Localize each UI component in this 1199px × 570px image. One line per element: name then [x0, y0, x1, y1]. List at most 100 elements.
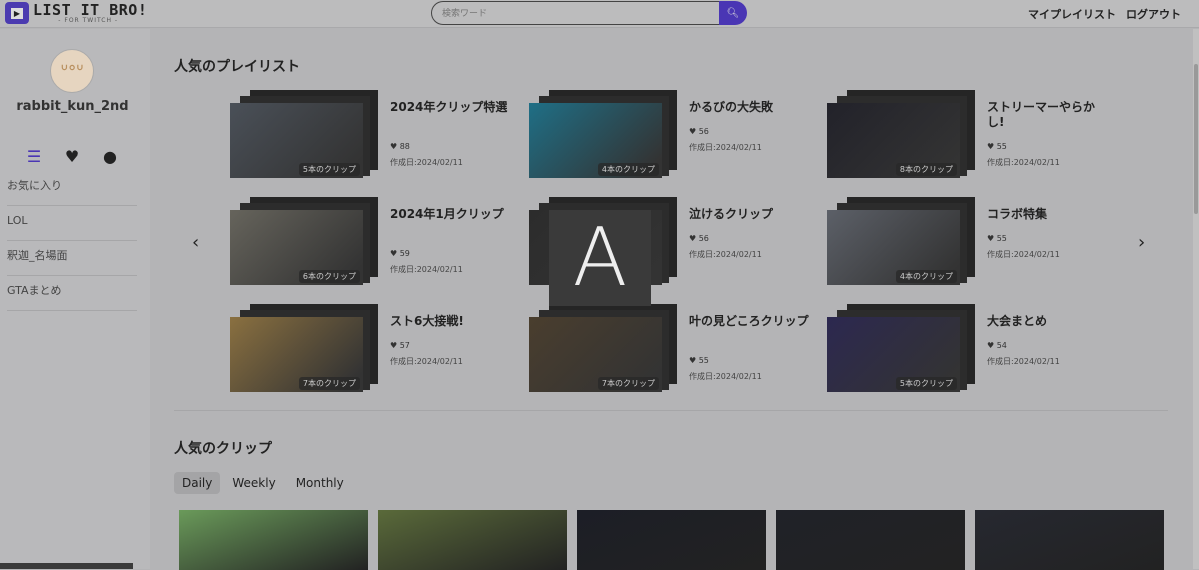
clip-thumbnail[interactable]	[378, 510, 567, 570]
likes: ♥ 57	[390, 341, 410, 350]
clip-count: 4本のクリップ	[895, 270, 957, 283]
created-date: 作成日:2024/02/11	[987, 250, 1060, 259]
playlist-title[interactable]: 叶の見どころクリップ	[689, 314, 809, 329]
clip-count: 6本のクリップ	[298, 270, 360, 283]
status-bar	[0, 563, 133, 569]
scrollbar-thumb[interactable]	[1194, 64, 1198, 214]
like-count: 55	[698, 356, 709, 365]
user-circle-icon[interactable]: ●	[102, 147, 118, 166]
clip-count: 5本のクリップ	[298, 163, 360, 176]
scrollbar[interactable]	[1193, 29, 1199, 569]
clip-thumbnail[interactable]	[975, 510, 1164, 570]
like-count: 54	[996, 341, 1007, 350]
playlist-thumbnail[interactable]: 5本のクリップ	[230, 103, 363, 178]
logo[interactable]: ▶ LIST IT BRO! - FOR TWITCH -	[5, 2, 147, 24]
likes: ♥ 55	[987, 234, 1007, 243]
like-count: 55	[996, 234, 1007, 243]
created-date: 作成日:2024/02/11	[390, 158, 463, 167]
created-date: 作成日:2024/02/11	[689, 250, 762, 259]
playlist-thumbnail[interactable]: 8本のクリップ	[827, 103, 960, 178]
clip-thumbnail[interactable]	[577, 510, 766, 570]
playlist-card[interactable]: 5本のクリップ 大会まとめ ♥ 54 作成日:2024/02/11	[827, 304, 1117, 399]
clip-count: 7本のクリップ	[298, 377, 360, 390]
my-playlist-link[interactable]: マイプレイリスト	[1028, 6, 1116, 22]
playlist-title[interactable]: コラボ特集	[987, 207, 1107, 222]
heart-icon: ♥	[390, 341, 398, 350]
playlist-title[interactable]: 大会まとめ	[987, 314, 1107, 329]
playlist-thumbnail[interactable]: 7本のクリップ	[230, 317, 363, 392]
sidebar-list: お気に入り LOL 釈迦_名場面 GTAまとめ	[7, 171, 137, 311]
search-input[interactable]	[431, 1, 719, 25]
sidebar-item[interactable]: お気に入り	[7, 171, 137, 206]
list-icon[interactable]: ☰	[26, 147, 42, 166]
playlist-card[interactable]: 7本のクリップ 叶の見どころクリップ ♥ 55 作成日:2024/02/11	[529, 304, 819, 399]
section-divider	[174, 410, 1168, 411]
tab-weekly[interactable]: Weekly	[224, 472, 283, 494]
popular-playlists-title: 人気のプレイリスト	[174, 59, 300, 75]
playlist-thumbnail[interactable]: 6本のクリップ	[230, 210, 363, 285]
playlist-thumbnail[interactable]: 5本のクリップ	[827, 317, 960, 392]
playlist-title[interactable]: 2024年クリップ特選	[390, 100, 510, 115]
playlist-thumbnail[interactable]: 7本のクリップ	[529, 317, 662, 392]
like-count: 57	[399, 341, 410, 350]
clip-thumbnail[interactable]	[179, 510, 368, 570]
tab-daily[interactable]: Daily	[174, 472, 221, 494]
likes: ♥ 54	[987, 341, 1007, 350]
like-count: 56	[698, 127, 709, 136]
main-content: 人気のプレイリスト ‹ › 5本のクリップ 2024年クリップ特選 ♥ 88 作…	[150, 29, 1193, 570]
playlist-title[interactable]: かるびの大失敗	[689, 100, 809, 115]
created-date: 作成日:2024/02/11	[689, 372, 762, 381]
clip-thumbnail[interactable]	[776, 510, 965, 570]
heart-icon: ♥	[390, 249, 398, 258]
popular-clips-title: 人気のクリップ	[174, 441, 272, 457]
likes: ♥ 59	[390, 249, 410, 258]
playlist-thumbnail[interactable]: 4本のクリップ	[529, 103, 662, 178]
playlist-title[interactable]: ストリーマーやらかし!	[987, 100, 1107, 130]
carousel-prev-button[interactable]: ‹	[192, 232, 199, 253]
playlist-thumbnail[interactable]: 4本のクリップ	[827, 210, 960, 285]
heart-icon: ♥	[987, 234, 995, 243]
search-button[interactable]: 🔍︎	[719, 1, 747, 25]
like-count: 56	[698, 234, 709, 243]
playlist-title[interactable]: 2024年1月クリップ	[390, 207, 510, 222]
tab-monthly[interactable]: Monthly	[288, 472, 352, 494]
likes: ♥ 55	[689, 356, 709, 365]
clip-count: 4本のクリップ	[597, 163, 659, 176]
playlist-card[interactable]: 4本のクリップ コラボ特集 ♥ 55 作成日:2024/02/11	[827, 197, 1117, 292]
clip-count: 7本のクリップ	[597, 377, 659, 390]
search-icon: 🔍︎	[726, 7, 740, 19]
likes: ♥ 55	[987, 142, 1007, 151]
logo-icon: ▶	[5, 2, 29, 24]
likes: ♥ 56	[689, 234, 709, 243]
sidebar: ᐡᐤᐡ rabbit_kun_2nd ☰ ♥ ● お気に入り LOL 釈迦_名場…	[0, 29, 150, 569]
logout-link[interactable]: ログアウト	[1126, 6, 1181, 22]
playlist-card[interactable]: 6本のクリップ 2024年1月クリップ ♥ 59 作成日:2024/02/11	[230, 197, 520, 292]
created-date: 作成日:2024/02/11	[390, 265, 463, 274]
playlist-card[interactable]: 8本のクリップ ストリーマーやらかし! ♥ 55 作成日:2024/02/11	[827, 90, 1117, 185]
heart-icon[interactable]: ♥	[64, 147, 80, 166]
sidebar-item[interactable]: GTAまとめ	[7, 276, 137, 311]
search-bar: 🔍︎	[431, 1, 747, 25]
playlist-card[interactable]: 4本のクリップ かるびの大失敗 ♥ 56 作成日:2024/02/11	[529, 90, 819, 185]
like-count: 88	[399, 142, 410, 151]
created-date: 作成日:2024/02/11	[390, 357, 463, 366]
overlay-letter: A	[549, 210, 651, 306]
sidebar-item[interactable]: LOL	[7, 206, 137, 241]
playlist-card[interactable]: 5本のクリップ 2024年クリップ特選 ♥ 88 作成日:2024/02/11	[230, 90, 520, 185]
like-count: 55	[996, 142, 1007, 151]
playlist-title[interactable]: 泣けるクリップ	[689, 207, 809, 222]
created-date: 作成日:2024/02/11	[987, 158, 1060, 167]
likes: ♥ 56	[689, 127, 709, 136]
playlist-card[interactable]: 7本のクリップ スト6大接戦! ♥ 57 作成日:2024/02/11	[230, 304, 520, 399]
sidebar-item[interactable]: 釈迦_名場面	[7, 241, 137, 276]
likes: ♥ 88	[390, 142, 410, 151]
heart-icon: ♥	[689, 234, 697, 243]
clip-count: 8本のクリップ	[895, 163, 957, 176]
playlist-title[interactable]: スト6大接戦!	[390, 314, 510, 329]
clip-period-tabs: Daily Weekly Monthly	[174, 472, 352, 494]
sidebar-tabs: ☰ ♥ ●	[26, 147, 118, 166]
carousel-next-button[interactable]: ›	[1138, 232, 1145, 253]
header: ▶ LIST IT BRO! - FOR TWITCH - 🔍︎ マイプレイリス…	[0, 0, 1199, 28]
header-nav: マイプレイリスト ログアウト	[1028, 6, 1181, 22]
created-date: 作成日:2024/02/11	[689, 143, 762, 152]
